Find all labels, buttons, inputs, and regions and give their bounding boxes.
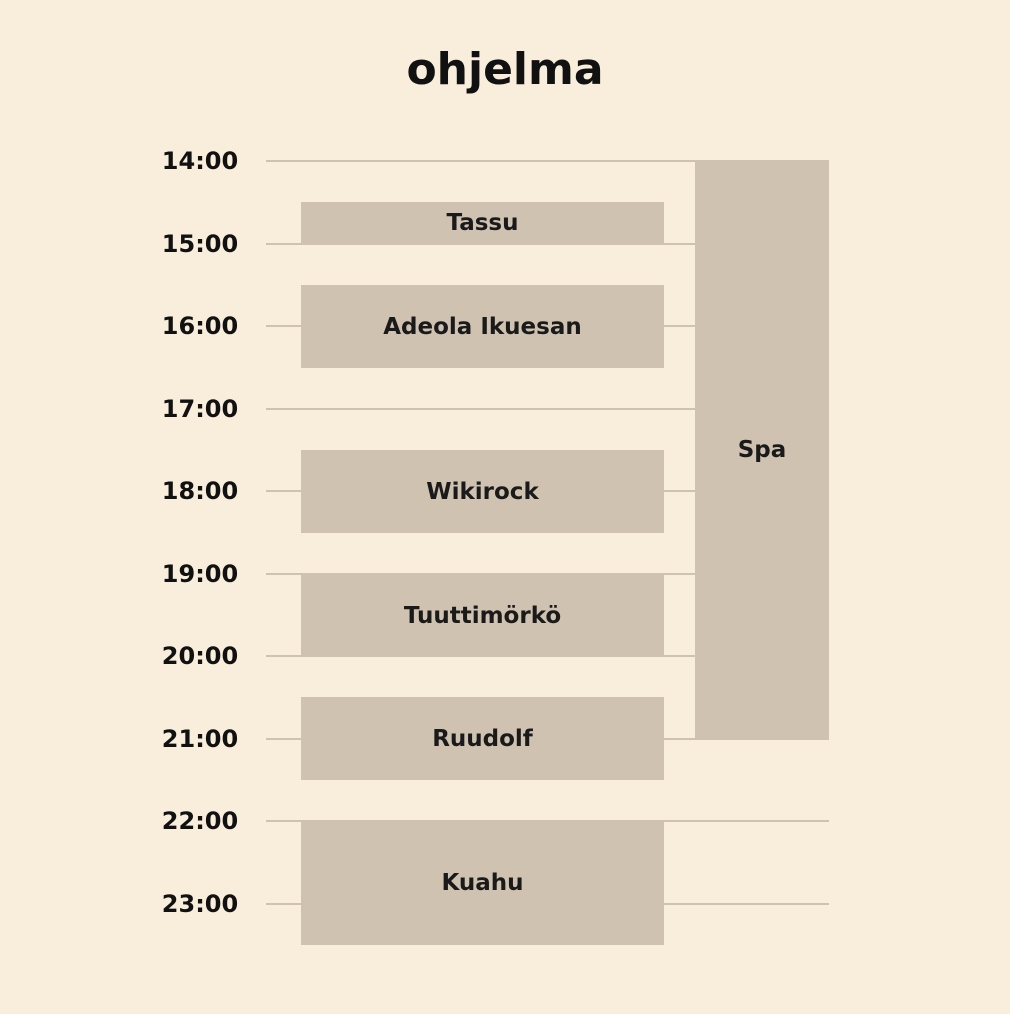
event-block: Adeola Ikuesan [301, 285, 664, 368]
time-label: 23:00 [161, 889, 239, 918]
page-title: ohjelma [406, 44, 604, 95]
time-label: 14:00 [161, 147, 239, 175]
event-block: Wikirock [301, 450, 664, 533]
time-label: 22:00 [161, 807, 239, 835]
time-label: 17:00 [161, 394, 239, 423]
time-label: 18:00 [161, 477, 239, 505]
time-label: 21:00 [161, 724, 239, 753]
time-label: 15:00 [161, 229, 239, 258]
event-block: Ruudolf [301, 697, 664, 780]
time-label: 20:00 [161, 642, 239, 670]
event-block: Tassu [301, 202, 664, 243]
time-label: 16:00 [161, 312, 239, 340]
event-block: Kuahu [301, 821, 664, 945]
event-block: Spa [695, 161, 829, 739]
time-label: 19:00 [161, 559, 239, 588]
event-block: Tuuttimörkö [301, 574, 664, 657]
